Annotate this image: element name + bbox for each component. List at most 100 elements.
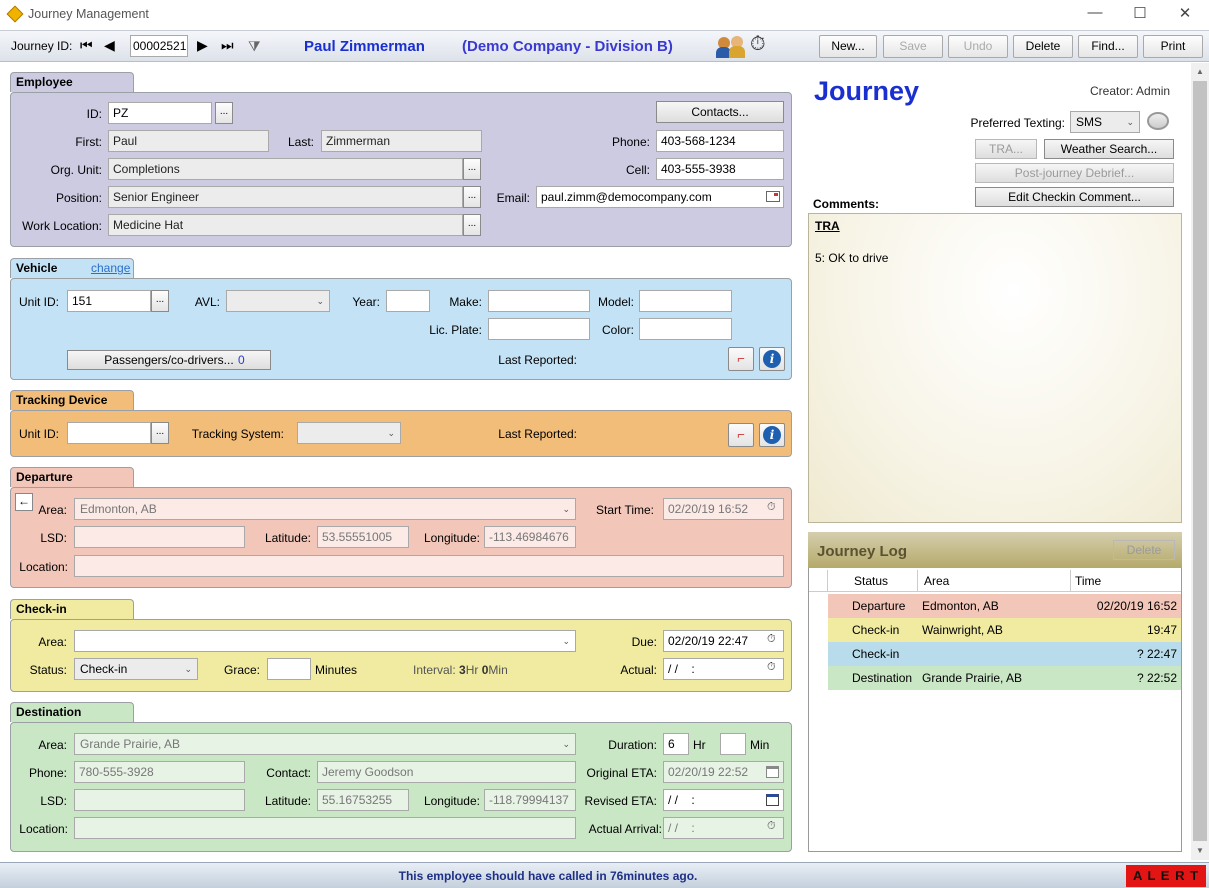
destination-lsd-input[interactable] (74, 789, 245, 811)
stopwatch-icon[interactable]: ⏱ (767, 633, 776, 646)
vehicle-info-button[interactable]: i (759, 347, 785, 371)
phone-input[interactable]: 403-568-1234 (656, 130, 784, 152)
print-button[interactable]: Print (1143, 35, 1203, 58)
duration-minutes-input[interactable] (720, 733, 746, 755)
destination-area-dropdown[interactable]: Grande Prairie, AB ⌄ (74, 733, 576, 755)
filter-icon[interactable]: ⧩ (248, 38, 261, 55)
actual-input[interactable]: / / : (663, 658, 784, 680)
destination-lon-input[interactable]: -118.79994137 (484, 789, 576, 811)
close-button[interactable]: ✕ (1162, 4, 1208, 26)
work-location-lookup-button[interactable]: ... (463, 214, 481, 236)
table-row[interactable]: Destination Grande Prairie, AB ? 22:52 (828, 666, 1181, 690)
search-icon[interactable] (1147, 112, 1169, 130)
vehicle-change-link[interactable]: change (91, 259, 130, 278)
duration-hours-input[interactable]: 6 (663, 733, 689, 755)
tracking-info-button[interactable]: i (759, 423, 785, 447)
vehicle-unit-input[interactable]: 151 (67, 290, 151, 312)
undo-button[interactable]: Undo (948, 35, 1008, 58)
first-name-label: First: (75, 135, 102, 149)
work-location-field: Medicine Hat (108, 214, 463, 236)
tracking-system-dropdown[interactable]: ⌄ (297, 422, 401, 444)
vehicle-map-button[interactable]: ⌐ (728, 347, 754, 371)
employee-id-input[interactable]: PZ (108, 102, 212, 124)
destination-lat-input[interactable]: 55.16753255 (317, 789, 409, 811)
new-button[interactable]: New... (819, 35, 877, 58)
checkin-area-dropdown[interactable]: ⌄ (74, 630, 576, 652)
color-input[interactable] (639, 318, 732, 340)
start-time-input[interactable]: 02/20/19 16:52 (663, 498, 784, 520)
scroll-thumb[interactable] (1193, 81, 1207, 841)
due-input[interactable]: 02/20/19 22:47 (663, 630, 784, 652)
contact-input[interactable]: Jeremy Goodson (317, 761, 576, 783)
tracking-unit-input[interactable] (67, 422, 151, 444)
avl-label: AVL: (194, 295, 220, 309)
people-icon[interactable] (716, 34, 746, 59)
alert-badge[interactable]: A L E R T (1126, 865, 1206, 887)
avl-dropdown[interactable]: ⌄ (226, 290, 330, 312)
email-send-icon[interactable] (766, 191, 780, 202)
tracking-map-button[interactable]: ⌐ (728, 423, 754, 447)
email-input[interactable]: paul.zimm@democompany.com (536, 186, 784, 208)
last-record-icon[interactable]: ⏭ (221, 37, 234, 54)
stopwatch-icon[interactable]: ⏱ (750, 33, 766, 56)
next-record-icon[interactable]: ▶ (197, 37, 208, 54)
table-row[interactable]: Check-in ? 22:47 (828, 642, 1181, 666)
departure-lsd-input[interactable] (74, 526, 245, 548)
comments-box[interactable]: TRA 5: OK to drive (808, 213, 1182, 523)
departure-area-dropdown[interactable]: Edmonton, AB ⌄ (74, 498, 576, 520)
checkin-status-dropdown[interactable]: Check-in ⌄ (74, 658, 198, 680)
actual-arrival-input[interactable]: / / : (663, 817, 784, 839)
model-input[interactable] (639, 290, 732, 312)
make-input[interactable] (488, 290, 590, 312)
calendar-icon[interactable] (766, 766, 779, 778)
log-header-time[interactable]: Time (1075, 574, 1101, 588)
previous-record-icon[interactable]: ◀ (104, 37, 115, 54)
tracking-unit-lookup-button[interactable]: ... (151, 422, 169, 444)
org-unit-lookup-button[interactable]: ... (463, 158, 481, 180)
scrollbar[interactable]: ▲ ▼ (1191, 63, 1209, 860)
departure-lat-input[interactable]: 53.55551005 (317, 526, 409, 548)
contacts-button[interactable]: Contacts... (656, 101, 784, 123)
table-row[interactable]: Departure Edmonton, AB 02/20/19 16:52 (828, 594, 1181, 618)
org-unit-label: Org. Unit: (50, 163, 102, 177)
destination-phone-input[interactable]: 780-555-3928 (74, 761, 245, 783)
stopwatch-icon[interactable]: ⏱ (767, 661, 776, 674)
minimize-button[interactable]: — (1072, 4, 1118, 26)
find-button[interactable]: Find... (1078, 35, 1138, 58)
first-record-icon[interactable]: ⏮ (80, 37, 93, 54)
stopwatch-icon[interactable]: ⏱ (767, 820, 776, 833)
departure-lsd-label: LSD: (40, 531, 67, 545)
log-delete-button[interactable]: Delete (1113, 540, 1175, 560)
employee-id-lookup-button[interactable]: ... (215, 102, 233, 124)
checkin-area-label: Area: (38, 635, 67, 649)
weather-search-button[interactable]: Weather Search... (1044, 139, 1174, 159)
year-input[interactable] (386, 290, 430, 312)
tracking-system-label: Tracking System: (191, 427, 284, 441)
passengers-button[interactable]: Passengers/co-drivers... 0 (67, 350, 271, 370)
scroll-up-icon[interactable]: ▲ (1196, 67, 1204, 76)
log-header-area[interactable]: Area (924, 574, 949, 588)
checkin-status-label: Status: (29, 663, 67, 677)
destination-location-input[interactable] (74, 817, 576, 839)
table-row[interactable]: Check-in Wainwright, AB 19:47 (828, 618, 1181, 642)
journey-id-input[interactable]: 00002521 (130, 35, 188, 57)
stopwatch-icon[interactable]: ⏱ (767, 501, 776, 514)
calendar-icon[interactable] (766, 794, 779, 806)
departure-lon-input[interactable]: -113.46984676 (484, 526, 576, 548)
cell-input[interactable]: 403-555-3938 (656, 158, 784, 180)
edit-checkin-comment-button[interactable]: Edit Checkin Comment... (975, 187, 1174, 207)
plate-input[interactable] (488, 318, 590, 340)
vehicle-unit-lookup-button[interactable]: ... (151, 290, 169, 312)
scroll-down-icon[interactable]: ▼ (1196, 846, 1204, 855)
save-button[interactable]: Save (883, 35, 943, 58)
preferred-texting-dropdown[interactable]: SMS ⌄ (1070, 111, 1140, 133)
departure-location-input[interactable] (74, 555, 784, 577)
delete-button[interactable]: Delete (1013, 35, 1073, 58)
maximize-button[interactable]: ☐ (1117, 4, 1163, 26)
tra-button[interactable]: TRA... (975, 139, 1037, 159)
position-label: Position: (55, 191, 102, 205)
position-lookup-button[interactable]: ... (463, 186, 481, 208)
log-header-status[interactable]: Status (854, 574, 888, 588)
grace-input[interactable] (267, 658, 311, 680)
post-journey-debrief-button[interactable]: Post-journey Debrief... (975, 163, 1174, 183)
